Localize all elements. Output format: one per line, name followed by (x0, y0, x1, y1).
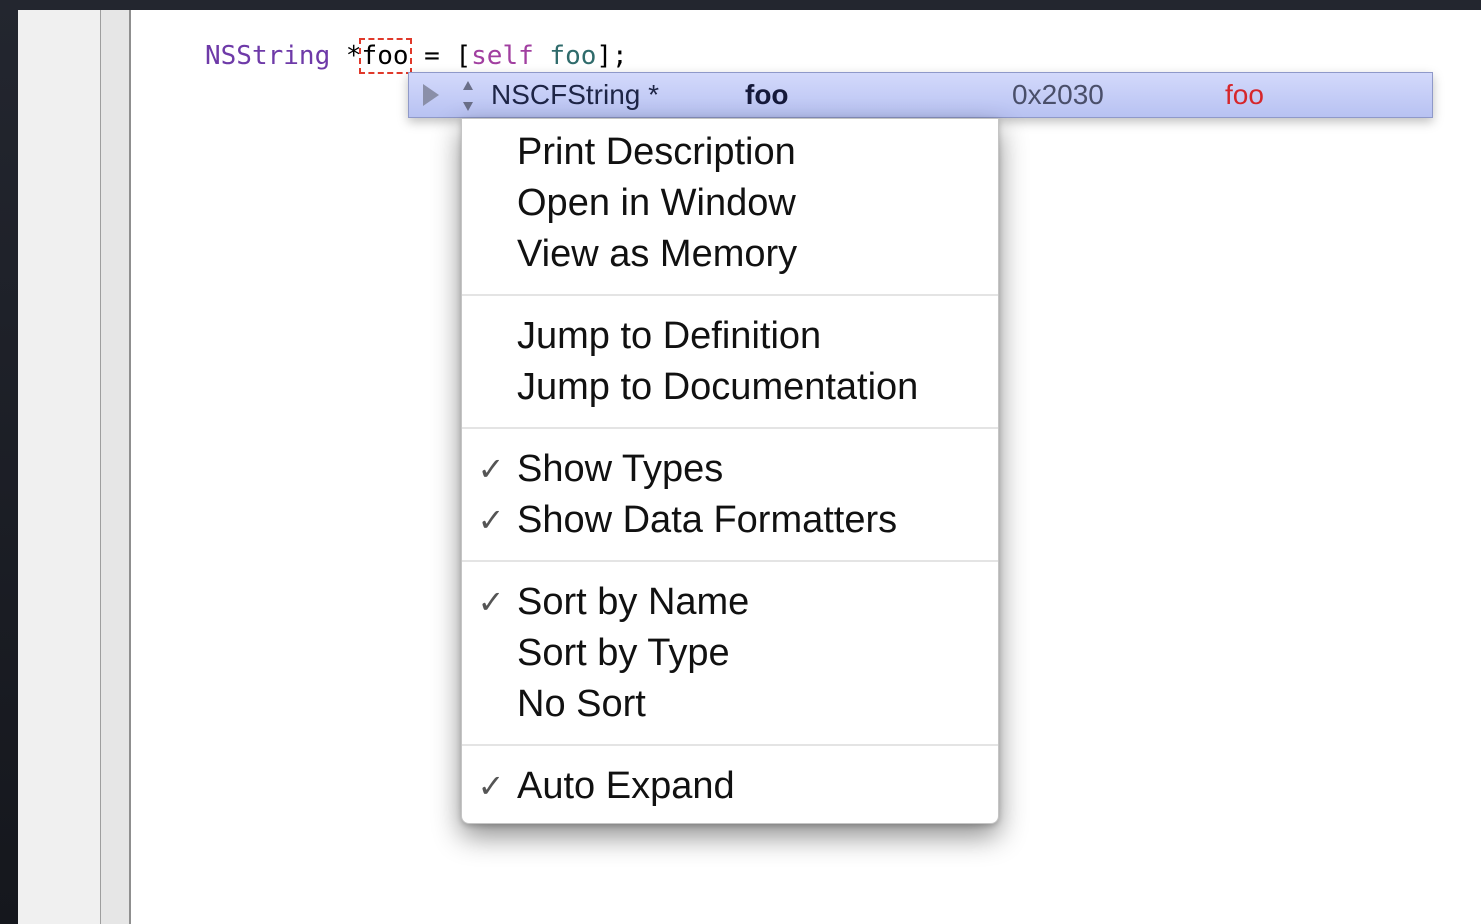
editor-gutter (18, 10, 101, 924)
disclosure-triangle-icon[interactable] (423, 84, 439, 106)
menu-item-print-description[interactable]: Print Description (462, 127, 998, 178)
menu-item-label: View as Memory (517, 233, 798, 275)
datatip-type: NSCFString * (491, 79, 660, 110)
menu-separator (462, 427, 998, 429)
datatip-address: 0x2030 (1012, 79, 1104, 110)
checkmark-icon: ✓ (477, 451, 505, 487)
menu-item-open-in-window[interactable]: Open in Window (462, 178, 998, 229)
datatip-name: foo (745, 79, 789, 110)
menu-item-sort-by-name[interactable]: ✓ Sort by Name (462, 577, 998, 628)
code-assign: = [ (408, 41, 472, 71)
menu-item-label: Open in Window (517, 182, 796, 224)
breakpoint-gutter[interactable] (101, 10, 131, 924)
datatip-menu-stepper[interactable] (461, 79, 475, 113)
code-method-token: foo (549, 41, 597, 71)
chevron-down-icon (463, 102, 473, 111)
menu-item-jump-to-definition[interactable]: Jump to Definition (462, 311, 998, 362)
menu-item-show-types[interactable]: ✓ Show Types (462, 444, 998, 495)
menu-separator (462, 560, 998, 562)
menu-separator (462, 294, 998, 296)
checkmark-icon: ✓ (477, 768, 505, 804)
menu-item-label: Print Description (517, 131, 796, 173)
menu-item-label: Show Types (517, 448, 724, 490)
menu-item-label: No Sort (517, 683, 646, 725)
menu-item-show-data-formatters[interactable]: ✓ Show Data Formatters (462, 495, 998, 546)
datatip-context-menu[interactable]: Print Description Open in Window View as… (461, 118, 999, 824)
menu-group-display: ✓ Show Types ✓ Show Data Formatters (462, 444, 998, 546)
menu-item-view-as-memory[interactable]: View as Memory (462, 229, 998, 280)
menu-item-label: Jump to Documentation (517, 366, 919, 408)
menu-item-label: Sort by Name (517, 581, 750, 623)
datatip-value[interactable]: foo (1225, 73, 1264, 117)
code-line[interactable]: NSString *foo = [self foo]; (205, 38, 628, 74)
menu-item-sort-by-type[interactable]: Sort by Type (462, 628, 998, 679)
menu-item-label: Auto Expand (517, 765, 735, 807)
menu-item-jump-to-documentation[interactable]: Jump to Documentation (462, 362, 998, 413)
menu-item-no-sort[interactable]: No Sort (462, 679, 998, 730)
menu-item-label: Show Data Formatters (517, 499, 898, 541)
code-type-token: NSString (205, 41, 331, 71)
code-end: ]; (596, 41, 628, 71)
code-pointer-star: * (330, 41, 362, 71)
menu-group-sort: ✓ Sort by Name Sort by Type No Sort (462, 577, 998, 730)
debugger-datatip[interactable]: NSCFString * foo 0x2030 foo (408, 72, 1433, 118)
menu-group-expand: ✓ Auto Expand (462, 761, 998, 812)
menu-separator (462, 744, 998, 746)
code-self-token: self (471, 41, 534, 71)
checkmark-icon: ✓ (477, 502, 505, 538)
code-variable-token[interactable]: foo (358, 38, 412, 74)
menu-item-label: Sort by Type (517, 632, 730, 674)
checkmark-icon: ✓ (477, 584, 505, 620)
menu-item-label: Jump to Definition (517, 315, 822, 357)
menu-group-actions: Print Description Open in Window View as… (462, 127, 998, 280)
menu-item-auto-expand[interactable]: ✓ Auto Expand (462, 761, 998, 812)
chevron-up-icon (463, 81, 473, 90)
menu-group-jump: Jump to Definition Jump to Documentation (462, 311, 998, 413)
